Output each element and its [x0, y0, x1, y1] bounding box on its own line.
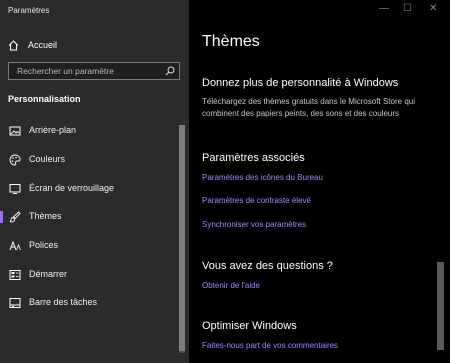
- sidebar-item-colors[interactable]: Couleurs: [0, 149, 178, 171]
- sidebar: Paramètres Accueil Personnalisation Arri…: [0, 0, 189, 363]
- sidebar-item-background[interactable]: Arrière-plan: [0, 120, 178, 142]
- sidebar-item-start[interactable]: Démarrer: [0, 264, 178, 286]
- feedback-link[interactable]: Faites-nous part de vos commentaires: [202, 341, 338, 350]
- maximize-button[interactable]: ☐: [403, 2, 412, 16]
- promo-line-1: Téléchargez des thèmes gratuits dans le …: [202, 97, 415, 106]
- search-box[interactable]: [8, 62, 180, 80]
- section-title: Personnalisation: [8, 94, 81, 104]
- sidebar-item-label: Barre des tâches: [29, 297, 98, 307]
- home-nav-item[interactable]: Accueil: [8, 38, 57, 52]
- related-settings-heading: Paramètres associés: [202, 152, 305, 164]
- sidebar-item-taskbar[interactable]: Barre des tâches: [0, 292, 178, 314]
- page-title: Thèmes: [202, 33, 260, 50]
- search-input[interactable]: [9, 63, 167, 79]
- sidebar-item-label: Polices: [29, 240, 59, 250]
- home-icon: [8, 39, 19, 50]
- sidebar-item-label: Écran de verrouillage: [29, 183, 115, 193]
- high-contrast-settings-link[interactable]: Paramètres de contraste élevé: [202, 196, 311, 205]
- sidebar-item-label: Arrière-plan: [29, 125, 77, 135]
- palette-icon: [9, 154, 21, 166]
- sidebar-item-lock-screen[interactable]: Écran de verrouillage: [0, 178, 178, 200]
- search-icon[interactable]: [165, 66, 175, 76]
- sidebar-item-fonts[interactable]: Polices: [0, 235, 178, 257]
- promo-heading: Donnez plus de personnalité à Windows: [202, 77, 399, 89]
- main-scrollbar-thumb[interactable]: [437, 262, 444, 350]
- sidebar-item-label: Couleurs: [29, 154, 66, 164]
- sidebar-item-label: Thèmes: [29, 211, 62, 221]
- image-icon: [9, 126, 21, 136]
- sidebar-item-label: Démarrer: [29, 269, 68, 279]
- minimize-button[interactable]: —: [379, 2, 389, 16]
- close-button[interactable]: ✕: [429, 2, 437, 16]
- sidebar-item-themes[interactable]: Thèmes: [0, 206, 178, 228]
- lock-screen-icon: [9, 184, 21, 194]
- questions-heading: Vous avez des questions ?: [202, 260, 333, 272]
- taskbar-icon: [9, 298, 21, 308]
- main-content: — ☐ ✕ Thèmes Donnez plus de personnalité…: [189, 0, 450, 363]
- desktop-icons-settings-link[interactable]: Paramètres des icônes du Bureau: [202, 173, 323, 182]
- sync-settings-link[interactable]: Synchroniser vos paramètres: [202, 220, 306, 229]
- font-icon: [9, 240, 21, 251]
- start-icon: [9, 270, 21, 280]
- promo-description: Téléchargez des thèmes gratuits dans le …: [202, 96, 442, 120]
- home-label: Accueil: [28, 40, 58, 50]
- brush-icon: [9, 211, 21, 223]
- improve-windows-heading: Optimiser Windows: [202, 320, 297, 332]
- get-help-link[interactable]: Obtenir de l'aide: [202, 281, 260, 290]
- window-title: Paramètres: [8, 6, 50, 15]
- sidebar-scrollbar-thumb[interactable]: [179, 125, 185, 351]
- promo-line-2: combinent des papiers peints, des sons e…: [202, 109, 400, 118]
